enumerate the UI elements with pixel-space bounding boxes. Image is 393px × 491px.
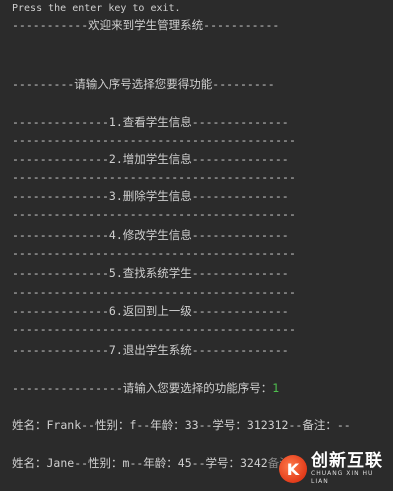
menu-item-5: --------------5.查找系统学生-------------- bbox=[12, 266, 289, 280]
brand-logo-icon: K bbox=[279, 455, 307, 483]
select-prompt: ---------请输入序号选择您要得功能--------- bbox=[12, 77, 275, 91]
student-record-text: 姓名：Jane--性别：m--年龄：45--学号：3242 bbox=[12, 456, 268, 470]
menu-divider: ----------------------------------------… bbox=[12, 207, 296, 221]
menu-item-7: --------------7.退出学生系统-------------- bbox=[12, 343, 289, 357]
menu-item-1: --------------1.查看学生信息-------------- bbox=[12, 115, 289, 129]
console-window: Press the enter key to exit. -----------… bbox=[0, 0, 393, 491]
menu-item-3: --------------3.删除学生信息-------------- bbox=[12, 189, 289, 203]
student-record: 姓名：Frank--性别：f--年龄：33--学号：312312--备注：-- bbox=[12, 418, 351, 432]
exit-prompt: Press the enter key to exit. bbox=[12, 3, 181, 14]
welcome-banner: -----------欢迎来到学生管理系统----------- bbox=[12, 18, 280, 32]
student-record: 姓名：Jane--性别：m--年龄：45--学号：3242备注 bbox=[12, 456, 291, 470]
brand-title: 创新互联 bbox=[311, 451, 383, 471]
menu-item-4: --------------4.修改学生信息-------------- bbox=[12, 228, 289, 242]
brand-subtitle: CHUANG XIN HU LIAN bbox=[311, 470, 374, 485]
brand-text: 创新互联 CHUANG XIN HU LIAN bbox=[311, 452, 389, 486]
menu-item-2: --------------2.增加学生信息-------------- bbox=[12, 152, 289, 166]
menu-divider: ----------------------------------------… bbox=[12, 322, 296, 336]
menu-divider: ----------------------------------------… bbox=[12, 246, 296, 260]
menu-divider: ----------------------------------------… bbox=[12, 285, 296, 299]
input-prompt-line[interactable]: ----------------请输入您要选择的功能序号：1 bbox=[12, 381, 279, 395]
menu-divider: ----------------------------------------… bbox=[12, 170, 296, 184]
input-prompt: ----------------请输入您要选择的功能序号： bbox=[12, 381, 273, 395]
menu-item-6: --------------6.返回到上一级-------------- bbox=[12, 304, 289, 318]
input-value[interactable]: 1 bbox=[272, 381, 279, 395]
menu-divider: ----------------------------------------… bbox=[12, 133, 296, 147]
brand-watermark: K 创新互联 CHUANG XIN HU LIAN bbox=[279, 449, 389, 489]
